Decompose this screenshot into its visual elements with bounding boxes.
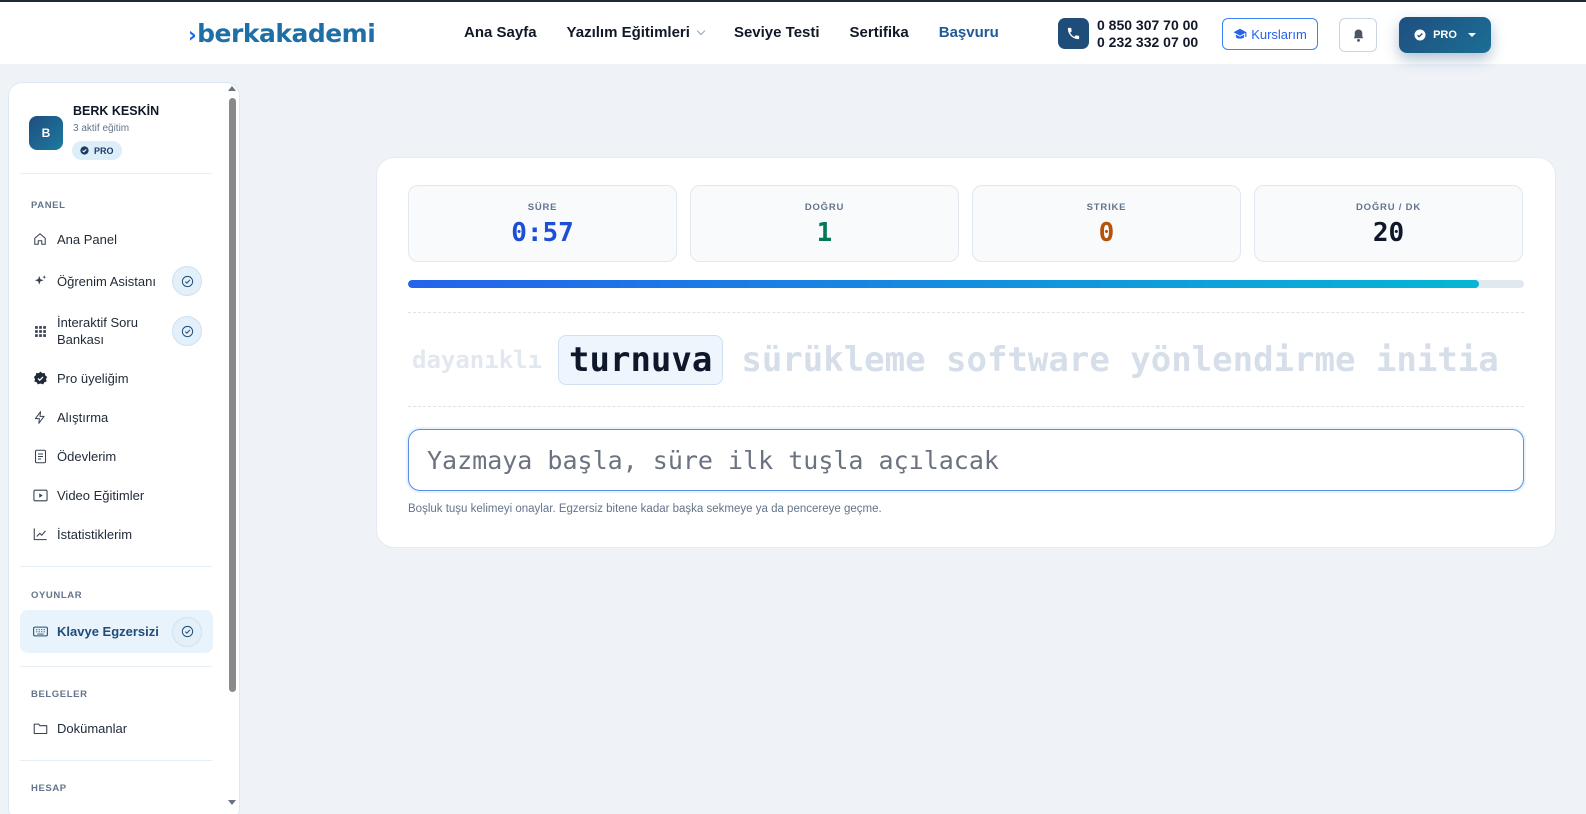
scroll-down-arrow-icon[interactable]	[228, 800, 236, 805]
typing-hint: Boşluk tuşu kelimeyi onaylar. Egzersiz b…	[408, 503, 882, 515]
completed-check-icon	[172, 316, 202, 346]
phone-numbers: 0 850 307 70 00 0 232 332 07 00	[1097, 17, 1198, 51]
completed-check-icon	[172, 266, 202, 296]
sidebar-item-label: Video Eğitimler	[57, 487, 145, 503]
completed-check-icon	[172, 616, 202, 647]
divider	[20, 173, 212, 174]
stat-strike: STRIKE 0	[972, 185, 1241, 262]
nav-apply[interactable]: Başvuru	[939, 24, 999, 41]
sidebar-item-label: Klavye Egzersizi	[57, 624, 159, 639]
stat-time: SÜRE 0:57	[408, 185, 677, 262]
section-label-docs: BELGELER	[31, 689, 88, 700]
sidebar-scroll-thumb[interactable]	[229, 98, 236, 692]
pro-label: PRO	[1433, 29, 1457, 41]
logo-text: berkakademi	[197, 19, 376, 48]
graduation-cap-icon	[1233, 28, 1247, 39]
top-navbar: ›berkakademi Ana Sayfa Yazılım Eğitimler…	[0, 0, 1586, 64]
nav-level-test[interactable]: Seviye Testi	[734, 24, 820, 41]
stat-label: SÜRE	[527, 202, 558, 213]
sidebar-item-odevlerim[interactable]: Ödevlerim	[20, 444, 213, 468]
sidebar-item-ana-panel[interactable]: Ana Panel	[20, 227, 213, 251]
phone-number-1[interactable]: 0 850 307 70 00	[1097, 17, 1198, 34]
divider	[20, 666, 212, 667]
sidebar-item-video-egitimler[interactable]: Video Eğitimler	[20, 483, 213, 507]
grid-icon	[32, 323, 48, 339]
document-list-icon	[32, 448, 48, 464]
previous-word: dayanıklı	[412, 346, 543, 374]
stat-value: 0	[1098, 218, 1115, 248]
keyboard-icon	[32, 624, 48, 640]
divider	[20, 760, 212, 761]
divider	[408, 406, 1524, 407]
bell-icon	[1353, 29, 1363, 42]
phone-icon[interactable]	[1058, 18, 1089, 49]
sidebar-item-label: Pro üyeliğim	[57, 370, 129, 386]
phone-number-2[interactable]: 0 232 332 07 00	[1097, 34, 1198, 51]
section-label-account: HESAP	[31, 783, 67, 794]
scroll-up-arrow-icon[interactable]	[228, 86, 236, 91]
sidebar-item-label: Öğrenim Asistanı	[57, 273, 156, 289]
sidebar-item-dokumanlar[interactable]: Dokümanlar	[20, 716, 213, 740]
sidebar-item-ogrenim-asistani[interactable]: Öğrenim Asistanı	[20, 266, 213, 296]
lightning-icon	[32, 409, 48, 425]
sidebar-item-alistirma[interactable]: Alıştırma	[20, 405, 213, 429]
word-stream: dayanıklı turnuva sürükleme software yön…	[408, 333, 1524, 387]
time-progress-bar	[408, 280, 1524, 288]
chevron-down-icon	[696, 26, 706, 36]
sidebar-item-label: Ana Panel	[57, 231, 117, 247]
divider	[408, 312, 1524, 313]
main-nav: Ana Sayfa Yazılım Eğitimleri Seviye Test…	[464, 24, 999, 41]
stat-value: 1	[816, 218, 833, 248]
user-pro-badge: PRO	[72, 141, 122, 160]
folder-icon	[32, 720, 48, 736]
nav-certificate[interactable]: Sertifika	[850, 24, 909, 41]
notifications-button[interactable]	[1339, 18, 1377, 52]
avatar[interactable]: B	[29, 116, 63, 150]
nav-home[interactable]: Ana Sayfa	[464, 24, 537, 41]
divider	[20, 566, 212, 567]
progress-fill	[408, 280, 1480, 288]
sidebar-item-klavye-egzersizi[interactable]: Klavye Egzersizi	[20, 610, 213, 653]
sidebar-item-istatistiklerim[interactable]: İstatistiklerim	[20, 522, 213, 546]
verified-badge-icon	[32, 370, 48, 386]
sidebar-item-pro-uyeligim[interactable]: Pro üyeliğim	[20, 366, 213, 390]
nav-software-courses[interactable]: Yazılım Eğitimleri	[566, 24, 706, 41]
nav-software-courses-label: Yazılım Eğitimleri	[566, 24, 690, 41]
verified-badge-icon	[1414, 29, 1426, 41]
verified-badge-icon	[80, 146, 89, 155]
stat-label: DOĞRU / DK	[1356, 202, 1421, 213]
sidebar-item-label: Ödevlerim	[57, 448, 117, 464]
sidebar-item-interaktif-soru-bankasi[interactable]: İnteraktif Soru Bankası	[20, 313, 213, 349]
pro-menu-button[interactable]: PRO	[1399, 17, 1491, 53]
caret-down-icon	[1467, 33, 1476, 37]
stat-value: 0:57	[511, 218, 574, 248]
logo-chevron-icon: ›	[188, 23, 197, 47]
user-name: BERK KESKİN	[73, 104, 160, 118]
stat-correct: DOĞRU 1	[690, 185, 959, 262]
sidebar-item-label: İstatistiklerim	[57, 526, 133, 542]
sidebar-item-label: Alıştırma	[57, 409, 109, 425]
my-courses-label: Kurslarım	[1251, 26, 1307, 42]
user-active-courses: 3 aktif eğitim	[73, 123, 130, 134]
stat-correct-per-minute: DOĞRU / DK 20	[1254, 185, 1523, 262]
stat-value: 20	[1372, 218, 1405, 248]
sidebar-item-label: Dokümanlar	[57, 720, 128, 736]
typing-input[interactable]	[408, 429, 1524, 491]
sparkle-icon	[32, 273, 48, 289]
play-icon	[32, 487, 48, 503]
sidebar-item-label: İnteraktif Soru Bankası	[57, 315, 138, 347]
current-word: turnuva	[558, 335, 724, 385]
brand-logo[interactable]: ›berkakademi	[188, 19, 376, 48]
home-icon	[32, 231, 48, 247]
section-label-games: OYUNLAR	[31, 590, 83, 601]
chart-icon	[32, 526, 48, 542]
user-badge-label: PRO	[94, 145, 114, 156]
stat-label: DOĞRU	[804, 202, 845, 213]
upcoming-words: sürükleme software yönlendirme initia	[741, 340, 1499, 380]
my-courses-button[interactable]: Kurslarım	[1222, 18, 1318, 50]
section-label-panel: PANEL	[31, 200, 66, 211]
stat-label: STRIKE	[1086, 202, 1127, 213]
